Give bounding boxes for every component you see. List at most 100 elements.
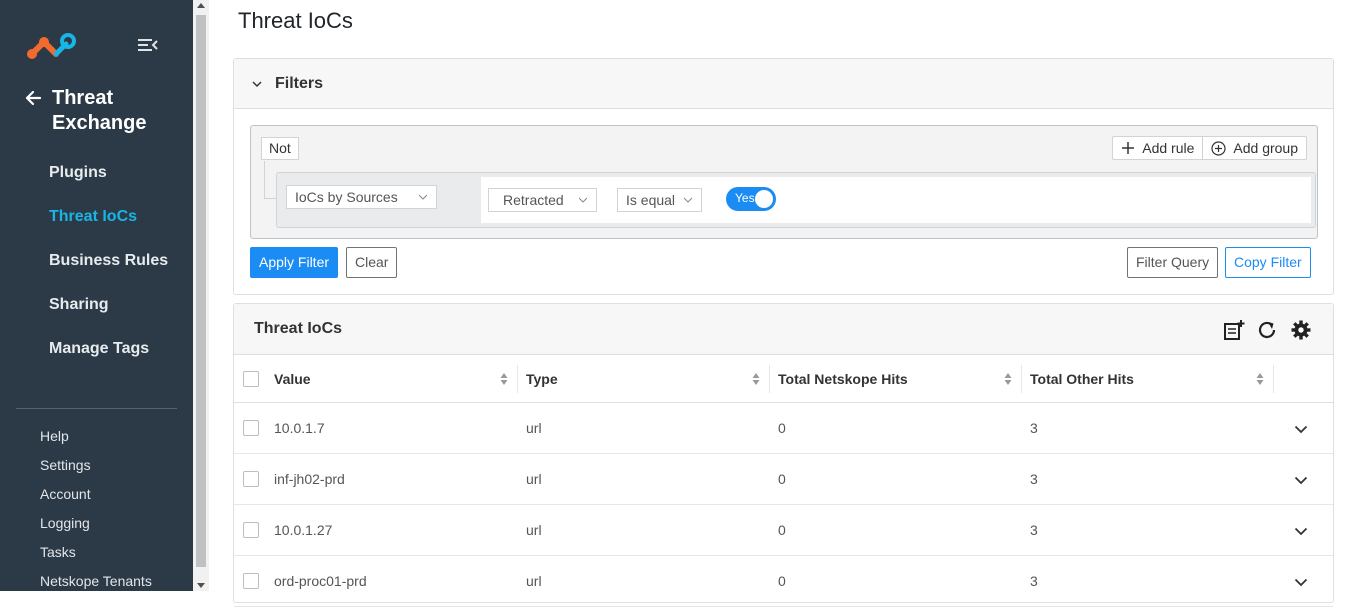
cell-netskope-hits: 0 <box>778 471 786 487</box>
value-toggle[interactable]: Yes <box>726 187 776 211</box>
sort-icon[interactable] <box>1256 372 1264 386</box>
add-group-label: Add group <box>1233 140 1298 156</box>
cell-other-hits: 3 <box>1030 522 1038 538</box>
table-row[interactable]: ord-proc01-prd url 0 3 <box>234 556 1333 607</box>
scroll-up-arrow-icon[interactable] <box>197 3 205 8</box>
sidebar-item-settings[interactable]: Settings <box>40 455 152 484</box>
rule-condition: Retracted Is equal Yes <box>481 177 1311 223</box>
sidebar-divider <box>16 408 177 409</box>
table-row[interactable]: 10.0.1.7 url 0 3 <box>234 403 1333 454</box>
operator-select[interactable]: Is equal <box>617 188 702 212</box>
sidebar-item-netskope-tenants[interactable]: Netskope Tenants <box>40 571 152 600</box>
cell-netskope-hits: 0 <box>778 522 786 538</box>
not-toggle-button[interactable]: Not <box>261 137 299 160</box>
collapse-menu-icon[interactable] <box>137 36 159 54</box>
sidebar-subnav: Help Settings Account Logging Tasks Nets… <box>40 426 152 600</box>
copy-filter-button[interactable]: Copy Filter <box>1225 247 1311 278</box>
table-column-header: Value Type Total Netskope Hits Total Oth… <box>234 355 1333 403</box>
query-builder: Not Add rule Add group IoCs by Sources R… <box>250 125 1318 239</box>
subfield-select-value: Retracted <box>503 192 564 208</box>
sidebar-item-tasks[interactable]: Tasks <box>40 542 152 571</box>
toggle-label: Yes <box>735 191 755 205</box>
sidebar-item-plugins[interactable]: Plugins <box>49 160 168 204</box>
row-checkbox[interactable] <box>243 522 259 538</box>
field-select[interactable]: IoCs by Sources <box>286 185 437 209</box>
sort-icon[interactable] <box>1004 372 1012 386</box>
apply-filter-button[interactable]: Apply Filter <box>250 247 339 278</box>
table-header: Threat IoCs <box>234 304 1333 355</box>
column-header-other-hits[interactable]: Total Other Hits <box>1030 355 1134 403</box>
sidebar: Threat Exchange Plugins Threat IoCs Busi… <box>0 0 193 591</box>
column-separator <box>769 365 770 393</box>
table-title: Threat IoCs <box>254 320 343 337</box>
field-select-value: IoCs by Sources <box>295 189 398 205</box>
column-separator <box>1273 365 1274 393</box>
chevron-down-icon[interactable] <box>1294 422 1308 436</box>
cell-type: url <box>526 573 542 589</box>
back-arrow-icon[interactable] <box>24 89 42 107</box>
column-separator <box>517 365 518 393</box>
chevron-down-icon[interactable] <box>251 78 263 90</box>
add-list-icon[interactable] <box>1223 319 1245 341</box>
cell-type: url <box>526 471 542 487</box>
gear-icon[interactable] <box>1290 319 1312 341</box>
netskope-logo-icon[interactable] <box>26 32 78 60</box>
cell-other-hits: 3 <box>1030 420 1038 436</box>
sidebar-item-help[interactable]: Help <box>40 426 152 455</box>
cell-value: 10.0.1.7 <box>274 420 325 436</box>
sidebar-scrollbar[interactable] <box>193 0 209 591</box>
rule-button-group: Add rule Add group <box>1112 136 1307 160</box>
sidebar-item-sharing[interactable]: Sharing <box>49 292 168 336</box>
add-rule-label: Add rule <box>1142 140 1195 156</box>
section-title-line2: Exchange <box>52 112 147 134</box>
table-row[interactable]: inf-jh02-prd url 0 3 <box>234 454 1333 505</box>
cell-value: inf-jh02-prd <box>274 471 345 487</box>
cell-type: url <box>526 420 542 436</box>
filter-query-button[interactable]: Filter Query <box>1127 247 1219 278</box>
add-group-button[interactable]: Add group <box>1202 137 1306 159</box>
sidebar-item-manage-tags[interactable]: Manage Tags <box>49 336 168 380</box>
sidebar-item-threat-iocs[interactable]: Threat IoCs <box>49 204 168 248</box>
add-rule-button[interactable]: Add rule <box>1113 137 1202 159</box>
column-header-value[interactable]: Value <box>274 355 311 403</box>
table-row[interactable]: 10.0.1.27 url 0 3 <box>234 505 1333 556</box>
sidebar-item-logging[interactable]: Logging <box>40 513 152 542</box>
select-all-checkbox[interactable] <box>243 371 259 387</box>
filters-panel: Filters Not Add rule Add group IoCs by S… <box>233 58 1334 295</box>
filter-rule: IoCs by Sources Retracted Is equal Yes <box>276 172 1316 228</box>
sort-icon[interactable] <box>752 372 760 386</box>
filters-title: Filters <box>275 75 324 92</box>
chevron-down-icon <box>579 197 587 203</box>
cell-netskope-hits: 0 <box>778 573 786 589</box>
scroll-down-arrow-icon[interactable] <box>197 583 205 588</box>
row-checkbox[interactable] <box>243 420 259 436</box>
cell-value: ord-proc01-prd <box>274 573 367 589</box>
chevron-down-icon <box>684 197 692 203</box>
cell-netskope-hits: 0 <box>778 420 786 436</box>
filters-header[interactable]: Filters <box>234 59 1333 109</box>
iocs-table-panel: Threat IoCs Value Type Total Netskope Hi… <box>233 303 1334 607</box>
chevron-down-icon[interactable] <box>1294 473 1308 487</box>
section-title: Threat Exchange <box>52 86 146 136</box>
clear-button[interactable]: Clear <box>346 247 398 278</box>
cell-other-hits: 3 <box>1030 573 1038 589</box>
sidebar-item-business-rules[interactable]: Business Rules <box>49 248 168 292</box>
chevron-down-icon[interactable] <box>1294 575 1308 589</box>
sort-icon[interactable] <box>500 372 508 386</box>
chevron-down-icon[interactable] <box>1294 524 1308 538</box>
row-checkbox[interactable] <box>243 471 259 487</box>
page-title: Threat IoCs <box>238 8 353 33</box>
column-header-netskope-hits[interactable]: Total Netskope Hits <box>778 355 908 403</box>
plus-icon <box>1122 142 1135 154</box>
refresh-icon[interactable] <box>1256 319 1278 341</box>
row-checkbox[interactable] <box>243 573 259 589</box>
sidebar-item-account[interactable]: Account <box>40 484 152 513</box>
scroll-thumb[interactable] <box>196 15 206 567</box>
tree-connector <box>264 161 276 199</box>
cell-type: url <box>526 522 542 538</box>
plus-circle-icon <box>1211 140 1226 156</box>
column-header-type[interactable]: Type <box>526 355 558 403</box>
cell-value: 10.0.1.27 <box>274 522 333 538</box>
subfield-select[interactable]: Retracted <box>488 188 597 212</box>
section-title-line1: Threat <box>52 87 114 109</box>
